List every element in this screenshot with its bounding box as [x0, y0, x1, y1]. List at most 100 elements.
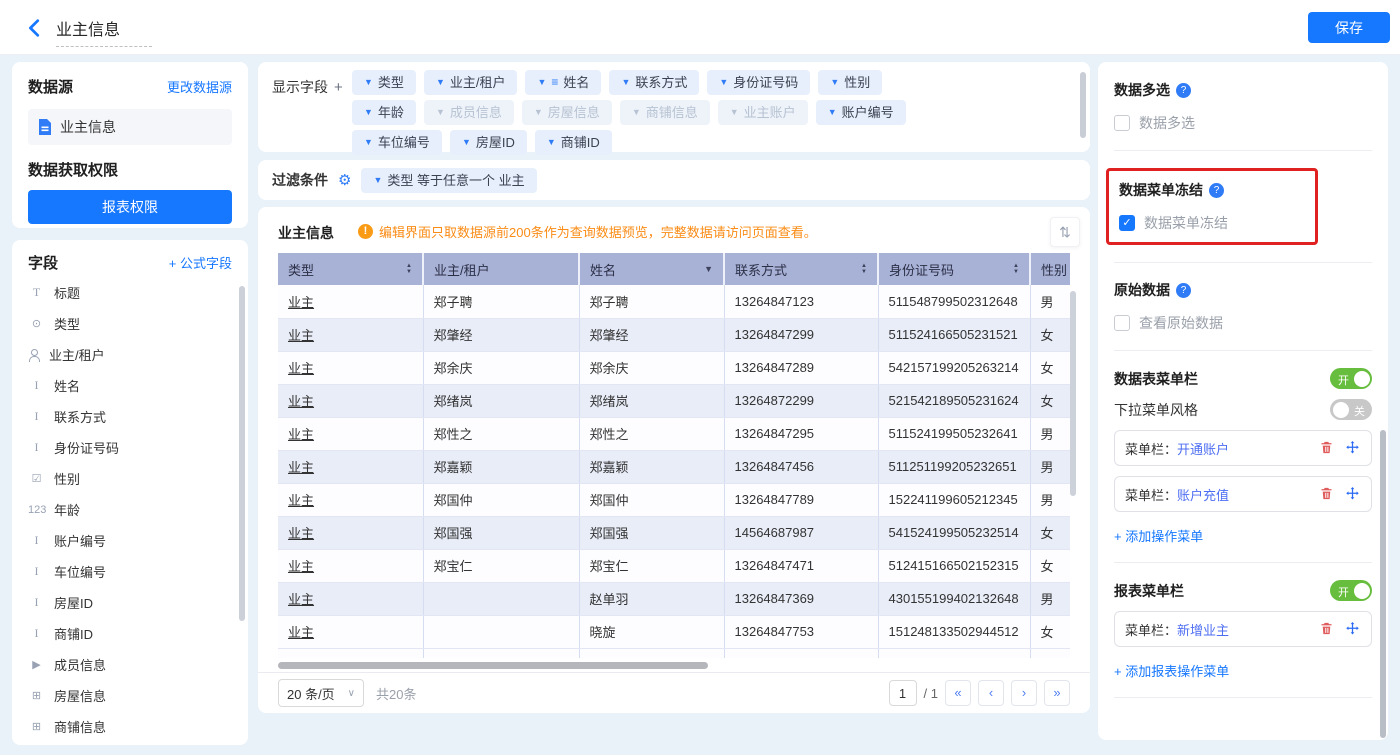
dropdown-style-toggle[interactable]: 关	[1330, 399, 1372, 420]
menu-item-name[interactable]: 新增业主	[1177, 620, 1229, 639]
help-icon[interactable]: ?	[1176, 83, 1191, 98]
cell-type[interactable]: 业主	[278, 582, 423, 615]
change-datasource-link[interactable]: 更改数据源	[167, 77, 232, 96]
move-icon[interactable]	[1345, 440, 1361, 456]
page-size-select[interactable]: 20 条/页∨	[278, 679, 364, 707]
sort-arrows-icon[interactable]: ▲▼	[861, 263, 867, 275]
column-header-contact[interactable]: 联系方式▲▼	[724, 253, 878, 285]
sort-arrows-icon[interactable]: ▲▼	[406, 263, 412, 275]
table-vertical-scrollbar[interactable]	[1070, 291, 1076, 496]
field-item[interactable]: I 联系方式	[28, 401, 232, 432]
field-item[interactable]: ▶ 成员信息	[28, 649, 232, 680]
menu-item-card[interactable]: 菜单栏： 开通账户	[1114, 430, 1372, 466]
field-item[interactable]: ☑ 性别	[28, 463, 232, 494]
gear-icon[interactable]: ⚙	[338, 171, 351, 189]
menu-item-card[interactable]: 菜单栏： 新增业主	[1114, 611, 1372, 647]
fields-scrollbar[interactable]	[239, 286, 245, 621]
field-item[interactable]: I 姓名	[28, 370, 232, 401]
display-field-chip[interactable]: ▼≡账户编号	[816, 100, 906, 125]
menu-item-card[interactable]: 菜单栏： 账户充值	[1114, 476, 1372, 512]
page-input[interactable]	[889, 680, 917, 706]
field-label: 成员信息	[54, 655, 106, 674]
display-field-chip[interactable]: ▼≡房屋ID	[450, 130, 527, 155]
display-field-chip[interactable]: ▼≡类型	[352, 70, 416, 95]
add-report-menu-link[interactable]: + 添加报表操作菜单	[1114, 661, 1372, 680]
field-item[interactable]: I 房屋ID	[28, 587, 232, 618]
move-icon[interactable]	[1345, 621, 1361, 637]
field-item[interactable]: ⊞ 房屋信息	[28, 680, 232, 711]
display-field-chip[interactable]: ▼≡商铺信息	[620, 100, 710, 125]
page-title[interactable]: 业主信息	[56, 16, 152, 47]
datasource-item[interactable]: 业主信息	[28, 109, 232, 145]
add-formula-field-link[interactable]: + 公式字段	[169, 253, 232, 272]
cell-type[interactable]: 业主	[278, 318, 423, 351]
display-field-chip[interactable]: ▼≡姓名	[525, 70, 601, 95]
field-item[interactable]: 123 年龄	[28, 494, 232, 525]
column-header-gender[interactable]: 性别	[1030, 253, 1070, 285]
freeze-checkbox[interactable]: ✓	[1119, 215, 1135, 231]
add-menu-link[interactable]: + 添加操作菜单	[1114, 526, 1372, 545]
sort-arrows-icon[interactable]: ▲▼	[1013, 263, 1019, 275]
field-item[interactable]: I 账户编号	[28, 525, 232, 556]
display-fields-scrollbar[interactable]	[1080, 72, 1086, 138]
cell-type[interactable]: 业主	[278, 483, 423, 516]
display-field-chip[interactable]: ▼≡业主账户	[718, 100, 808, 125]
save-button[interactable]: 保存	[1308, 12, 1390, 43]
menu-item-name[interactable]: 开通账户	[1177, 439, 1229, 458]
last-page-button[interactable]: »	[1044, 680, 1070, 706]
add-display-field-button[interactable]: +	[334, 79, 343, 96]
help-icon[interactable]: ?	[1209, 183, 1224, 198]
settings-scrollbar[interactable]	[1380, 430, 1386, 738]
filter-condition-chip[interactable]: ▼类型 等于任意一个 业主	[361, 168, 536, 193]
trash-icon[interactable]	[1319, 621, 1335, 637]
report-menubar-toggle[interactable]: 开	[1330, 580, 1372, 601]
move-icon[interactable]	[1345, 486, 1361, 502]
cell-type[interactable]: 业主	[278, 549, 423, 582]
caret-down-icon: ▼	[547, 130, 556, 155]
field-item[interactable]: I 商铺ID	[28, 618, 232, 649]
field-item[interactable]: 业主/租户	[28, 339, 232, 370]
toggle-knob	[1354, 583, 1370, 599]
column-header-type[interactable]: 类型▲▼	[278, 253, 423, 285]
display-field-chip[interactable]: ▼≡成员信息	[424, 100, 514, 125]
cell-type[interactable]: 业主	[278, 615, 423, 648]
field-item[interactable]: T 标题	[28, 277, 232, 308]
display-field-chip[interactable]: ▼≡性别	[818, 70, 882, 95]
cell-type[interactable]: 业主	[278, 450, 423, 483]
cell-type[interactable]: 业主	[278, 516, 423, 549]
field-item[interactable]: ⊞ 商铺信息	[28, 711, 232, 742]
sort-order-button[interactable]: ⇅	[1050, 217, 1080, 247]
chip-label: 房屋信息	[548, 100, 600, 125]
display-field-chip[interactable]: ▼≡业主/租户	[424, 70, 518, 95]
back-button[interactable]	[24, 17, 46, 39]
prev-page-button[interactable]: ‹	[978, 680, 1004, 706]
column-header-idcard[interactable]: 身份证号码▲▼	[878, 253, 1030, 285]
trash-icon[interactable]	[1319, 486, 1335, 502]
field-item[interactable]: I 车位编号	[28, 556, 232, 587]
help-icon[interactable]: ?	[1176, 283, 1191, 298]
field-item[interactable]: ⊙ 类型	[28, 308, 232, 339]
cell-type[interactable]: 业主	[278, 384, 423, 417]
next-page-button[interactable]: ›	[1011, 680, 1037, 706]
field-item[interactable]: I 身份证号码	[28, 432, 232, 463]
menu-item-name[interactable]: 账户充值	[1177, 485, 1229, 504]
display-field-chip[interactable]: ▼≡联系方式	[609, 70, 699, 95]
column-header-name[interactable]: 姓名▼	[579, 253, 724, 285]
display-field-chip[interactable]: ▼≡年龄	[352, 100, 416, 125]
first-page-button[interactable]: «	[945, 680, 971, 706]
cell-type[interactable]: 业主	[278, 285, 423, 318]
raw-data-checkbox[interactable]	[1114, 315, 1130, 331]
horizontal-scrollbar[interactable]	[278, 662, 708, 669]
table-menubar-toggle[interactable]: 开	[1330, 368, 1372, 389]
display-field-chip[interactable]: ▼≡商铺ID	[535, 130, 612, 155]
column-header-owner-tenant[interactable]: 业主/租户	[423, 253, 579, 285]
trash-icon[interactable]	[1319, 440, 1335, 456]
display-field-chip[interactable]: ▼≡车位编号	[352, 130, 442, 155]
cell-type[interactable]: 业主	[278, 417, 423, 450]
display-field-chip[interactable]: ▼≡身份证号码	[707, 70, 810, 95]
caret-down-icon[interactable]: ▼	[704, 264, 713, 274]
cell-type[interactable]: 业主	[278, 351, 423, 384]
multi-select-checkbox[interactable]	[1114, 115, 1130, 131]
report-permission-button[interactable]: 报表权限	[28, 190, 232, 224]
display-field-chip[interactable]: ▼≡房屋信息	[522, 100, 612, 125]
